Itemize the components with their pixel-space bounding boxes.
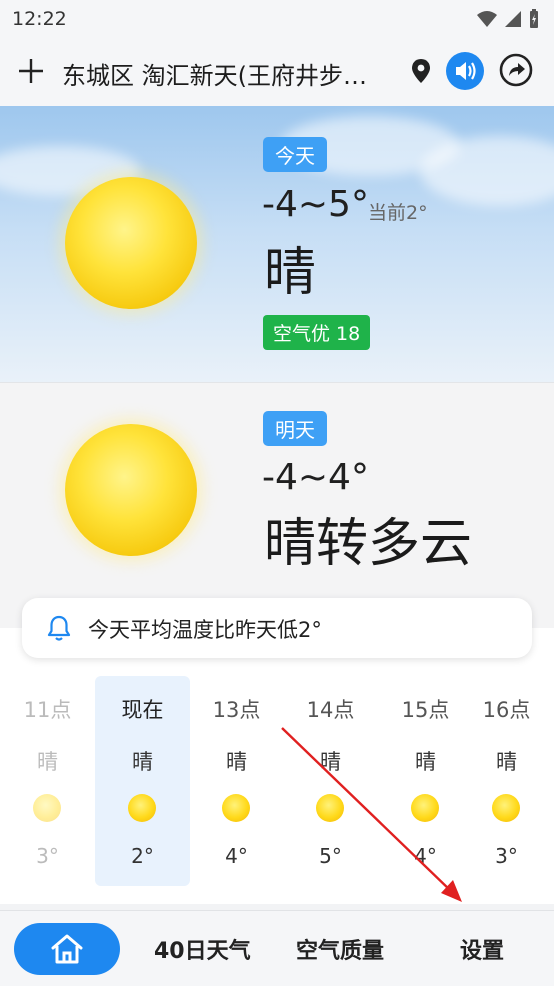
hour-condition: 晴: [132, 750, 153, 774]
hour-temp: 3°: [36, 844, 59, 868]
today-temp-range: -4~5°: [262, 184, 369, 225]
hourly-item: 11点 晴 3°: [0, 676, 95, 886]
hourly-item: 14点 晴 5°: [283, 676, 378, 886]
hourly-item-now: 现在 晴 2°: [95, 676, 190, 886]
bottom-navigation: 40日天气 空气质量 设置: [0, 910, 554, 986]
share-icon[interactable]: [498, 52, 534, 88]
bell-icon: [47, 615, 71, 641]
city-title[interactable]: 东城区 淘汇新天(王府井步…: [62, 56, 392, 91]
signal-icon: [505, 11, 521, 27]
hour-temp: 5°: [319, 844, 342, 868]
sunny-icon: [33, 794, 61, 822]
sunny-icon: [65, 424, 197, 556]
hour-label: 13点: [212, 698, 261, 722]
nav-settings[interactable]: 设置: [460, 933, 504, 965]
wifi-icon: [477, 11, 497, 27]
hour-temp: 3°: [495, 844, 518, 868]
hour-label: 11点: [23, 698, 72, 722]
hour-label: 16点: [482, 698, 531, 722]
hourly-item: 16点 晴 3°: [459, 676, 554, 886]
sunny-icon: [316, 794, 344, 822]
today-tag: 今天: [263, 137, 327, 172]
hourly-item: 13点 晴 4°: [189, 676, 284, 886]
sunny-icon: [222, 794, 250, 822]
location-pin-icon[interactable]: [410, 58, 432, 84]
today-condition: 晴: [264, 243, 317, 303]
speaker-icon: [456, 62, 476, 80]
hourly-forecast[interactable]: 11点 晴 3° 现在 晴 2° 13点 晴 4° 14点 晴 5° 15点 晴…: [0, 628, 554, 904]
tomorrow-condition: 晴转多云: [264, 514, 473, 574]
hour-condition: 晴: [496, 750, 517, 774]
battery-icon: [530, 9, 538, 28]
tomorrow-tag: 明天: [263, 411, 327, 446]
tomorrow-weather-panel[interactable]: 明天 -4~4° 晴转多云: [0, 382, 554, 629]
status-bar: 12:22: [0, 0, 554, 38]
hour-temp: 2°: [131, 844, 154, 868]
nav-40-day-forecast[interactable]: 40日天气: [154, 933, 251, 965]
temperature-notice-card[interactable]: 今天平均温度比昨天低2°: [22, 598, 532, 658]
aqi-badge[interactable]: 空气优 18: [263, 315, 371, 350]
notice-text: 今天平均温度比昨天低2°: [88, 618, 322, 642]
status-time: 12:22: [12, 8, 67, 30]
sunny-icon: [492, 794, 520, 822]
home-button[interactable]: [14, 923, 120, 975]
hour-condition: 晴: [320, 750, 341, 774]
add-city-icon[interactable]: [16, 56, 46, 86]
app-header: 东城区 淘汇新天(王府井步…: [0, 38, 554, 106]
sunny-icon: [128, 794, 156, 822]
hour-label: 现在: [121, 698, 164, 722]
voice-broadcast-button[interactable]: [446, 52, 484, 90]
today-weather-panel[interactable]: 今天 -4~5° 当前2° 晴 空气优 18: [0, 106, 554, 382]
tomorrow-temp-range: -4~4°: [262, 457, 369, 498]
hour-label: 14点: [306, 698, 355, 722]
current-temp: 当前2°: [368, 202, 428, 224]
hour-temp: 4°: [225, 844, 248, 868]
nav-air-quality[interactable]: 空气质量: [296, 933, 384, 965]
home-icon: [51, 934, 83, 964]
hour-condition: 晴: [37, 750, 58, 774]
hour-condition: 晴: [226, 750, 247, 774]
sunny-icon: [65, 177, 197, 309]
sunny-icon: [411, 794, 439, 822]
status-icons: [476, 9, 540, 29]
